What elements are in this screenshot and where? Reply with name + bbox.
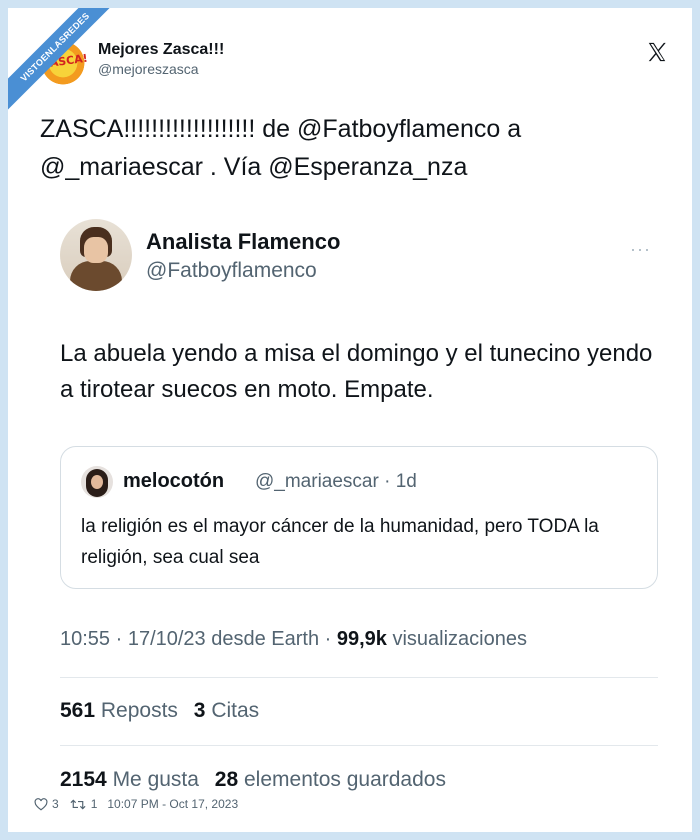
likes-count: 2154 [60,768,107,791]
quoted-author-avatar[interactable] [81,466,113,498]
quotes-count: 3 [193,699,206,722]
likes-link[interactable]: 2154 Me gusta [60,768,199,791]
bookmarks-count: 28 [214,768,239,791]
embedded-author-avatar[interactable] [60,219,132,291]
repost-stats: 561 Reposts 3 Citas [60,699,259,723]
quotes-link[interactable]: 3 Citas [194,699,259,722]
divider [60,745,658,746]
tweet-footer: 3 1 10:07 PM - Oct 17, 2023 [34,797,238,811]
watermark-ribbon: VISTOENLASREDES [8,8,128,128]
quoted-tweet-text: la religión es el mayor cáncer de la hum… [81,516,599,568]
divider [60,677,658,678]
likes-label: Me gusta [112,768,199,791]
like-count: 3 [52,797,59,811]
heart-icon[interactable] [34,797,48,811]
reposts-label: Reposts [100,699,178,722]
tweet-card: VISTOENLASREDES ZASCA! Mejores Zasca!!! … [8,8,692,832]
like-stats: 2154 Me gusta 28 elementos guardados [60,768,446,792]
reposts-link[interactable]: 561 Reposts [60,699,178,722]
retweet-count: 1 [90,797,98,811]
tweet-text: ZASCA!!!!!!!!!!!!!!!!!!! de @Fatboyflame… [40,115,522,181]
views-label: visualizaciones [386,628,527,650]
quoted-tweet[interactable]: melocotón @_mariaescar · 1d la religión … [60,446,658,589]
reposts-count: 561 [60,699,96,722]
footer-timestamp: 10:07 PM - Oct 17, 2023 [107,797,239,811]
embedded-author-name[interactable]: Analista Flamenco [146,229,340,255]
more-options-icon[interactable]: ··· [630,239,651,260]
bookmarks-link[interactable]: 28 elementos guardados [215,768,446,791]
bookmarks-label: elementos guardados [244,768,446,791]
tweet-timestamp: 10:55 · 17/10/23 desde Earth · 99,9k vis… [60,628,527,651]
quoted-author-name[interactable]: melocotón [123,470,224,493]
retweet-icon[interactable] [69,798,87,811]
x-logo-icon[interactable] [646,41,668,63]
watermark-text: VISTOENLASREDES [8,8,123,115]
views-count: 99,9k [336,628,387,650]
quoted-author-meta: @_mariaescar · 1d [255,471,417,492]
embedded-author-handle[interactable]: @Fatboyflamenco [146,259,317,283]
quotes-label: Citas [211,699,260,722]
timestamp-text: 10:55 · 17/10/23 desde Earth · [60,628,337,650]
embedded-tweet-text: La abuela yendo a misa el domingo y el t… [60,340,653,403]
